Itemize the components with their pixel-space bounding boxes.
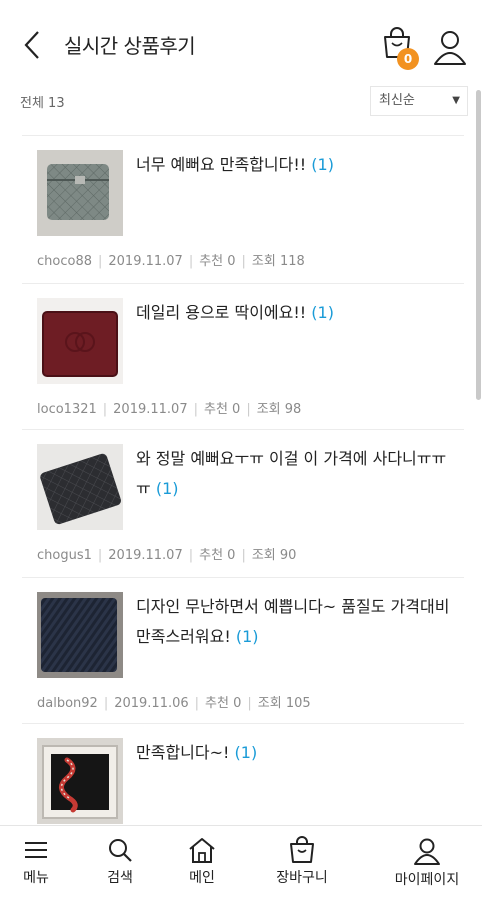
- review-thumbnail[interactable]: [37, 738, 123, 824]
- nav-main[interactable]: 메인: [180, 836, 224, 887]
- sort-selected-value: 최신순: [379, 93, 415, 108]
- review-date: 2019.11.06: [114, 696, 189, 711]
- comment-count: (1): [155, 479, 179, 498]
- review-item[interactable]: 너무 예뻐요 만족합니다!! (1) choco88 | 2019.11.07 | 추천…: [22, 135, 464, 283]
- search-icon: [109, 839, 132, 862]
- review-recommend: 추천 0: [203, 402, 241, 417]
- review-user: dalbon92: [37, 696, 98, 711]
- review-thumbnail[interactable]: [37, 150, 123, 236]
- review-item[interactable]: 디자인 무난하면서 예쁩니다~ 품질도 가격대비 만족스러워요! (1) dal…: [22, 577, 464, 723]
- app-header: 실시간 상품후기 0: [0, 0, 482, 88]
- bottom-navigation: 메뉴 검색 메인 장바구니 마이페이지: [0, 825, 482, 900]
- review-meta: dalbon92 | 2019.11.06 | 추천 0 | 조회 105: [37, 696, 311, 711]
- review-body: 와 정말 예뻐요ㅜㅠ 이걸 이 가격에 사다니ㅠㅠㅠ: [136, 449, 447, 498]
- home-icon: [189, 838, 215, 863]
- cart-button[interactable]: 0: [380, 26, 420, 70]
- review-meta: choco88 | 2019.11.07 | 추천 0 | 조회 118: [37, 254, 305, 269]
- menu-icon: [25, 842, 47, 858]
- review-text[interactable]: 만족합니다~! (1): [136, 738, 456, 768]
- nav-mypage-label: 마이페이지: [394, 872, 460, 888]
- review-item[interactable]: 와 정말 예뻐요ㅜㅠ 이걸 이 가격에 사다니ㅠㅠㅠ (1) chogus1 | 2…: [22, 429, 464, 577]
- total-count: 전체 13: [20, 96, 65, 111]
- shopping-bag-icon: [290, 836, 314, 863]
- nav-menu[interactable]: 메뉴: [16, 836, 56, 887]
- review-recommend: 추천 0: [205, 696, 242, 711]
- review-views: 조회 105: [257, 696, 311, 711]
- review-meta: chogus1 | 2019.11.07 | 추천 0 | 조회 90: [37, 548, 297, 563]
- review-body: 만족합니다~!: [136, 743, 230, 762]
- review-text[interactable]: 와 정말 예뻐요ㅜㅠ 이걸 이 가격에 사다니ㅠㅠㅠ (1): [136, 444, 456, 504]
- review-recommend: 추천 0: [199, 548, 236, 563]
- review-user: chogus1: [37, 548, 92, 563]
- review-thumbnail[interactable]: [37, 298, 123, 384]
- cart-count-badge: 0: [397, 48, 419, 70]
- review-date: 2019.11.07: [113, 402, 188, 417]
- sort-select[interactable]: 최신순 ▼: [370, 86, 468, 116]
- nav-menu-label: 메뉴: [23, 870, 49, 886]
- comment-count: (1): [311, 303, 334, 322]
- review-text[interactable]: 디자인 무난하면서 예쁩니다~ 품질도 가격대비 만족스러워요! (1): [136, 592, 456, 652]
- nav-search[interactable]: 검색: [98, 836, 142, 887]
- user-icon[interactable]: [432, 28, 468, 68]
- review-meta: loco1321 | 2019.11.07 | 추천 0 | 조회 98: [37, 402, 302, 417]
- review-thumbnail[interactable]: [37, 592, 123, 678]
- review-text[interactable]: 데일리 용으로 딱이에요!! (1): [136, 298, 456, 328]
- review-views: 조회 98: [256, 402, 302, 417]
- page-title: 실시간 상품후기: [64, 34, 196, 58]
- nav-mypage[interactable]: 마이페이지: [382, 836, 472, 889]
- review-views: 조회 90: [251, 548, 297, 563]
- comment-count: (1): [235, 627, 259, 646]
- nav-cart-label: 장바구니: [276, 870, 328, 886]
- comment-count: (1): [234, 743, 258, 762]
- nav-main-label: 메인: [189, 870, 215, 886]
- nav-search-label: 검색: [107, 870, 133, 886]
- review-body: 데일리 용으로 딱이에요!!: [136, 303, 307, 322]
- review-thumbnail[interactable]: [37, 444, 123, 530]
- review-list: 너무 예뻐요 만족합니다!! (1) choco88 | 2019.11.07 | 추천…: [22, 135, 464, 843]
- nav-cart[interactable]: 장바구니: [266, 836, 338, 887]
- review-item[interactable]: 데일리 용으로 딱이에요!! (1) loco1321 | 2019.11.07 | 추…: [22, 283, 464, 429]
- review-user: choco88: [37, 254, 92, 269]
- back-arrow-icon[interactable]: [18, 28, 48, 62]
- review-date: 2019.11.07: [108, 254, 183, 269]
- scrollbar[interactable]: [476, 90, 481, 400]
- review-body: 너무 예뻐요 만족합니다!!: [136, 155, 307, 174]
- review-date: 2019.11.07: [108, 548, 183, 563]
- review-views: 조회 118: [251, 254, 305, 269]
- review-body: 디자인 무난하면서 예쁩니다~ 품질도 가격대비 만족스러워요!: [136, 597, 450, 646]
- review-recommend: 추천 0: [199, 254, 236, 269]
- user-icon: [414, 838, 440, 865]
- review-user: loco1321: [37, 402, 97, 417]
- comment-count: (1): [311, 155, 334, 174]
- review-text[interactable]: 너무 예뻐요 만족합니다!! (1): [136, 150, 456, 180]
- dropdown-arrow-icon: ▼: [452, 95, 460, 106]
